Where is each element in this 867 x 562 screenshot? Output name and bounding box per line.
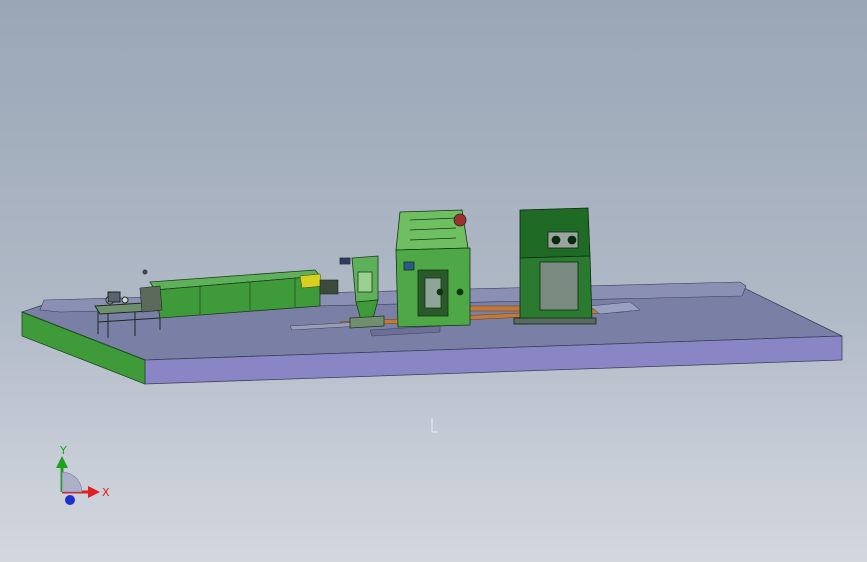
forging-press — [395, 209, 471, 328]
coordinate-triad: Y X — [56, 444, 110, 505]
z-axis-dot — [65, 495, 75, 505]
x-axis-label: X — [102, 486, 110, 499]
stamping-press — [513, 207, 597, 325]
graphics-viewport[interactable]: Y X — [0, 0, 867, 562]
y-axis-label: Y — [59, 444, 67, 457]
assembly-model[interactable] — [0, 0, 867, 562]
